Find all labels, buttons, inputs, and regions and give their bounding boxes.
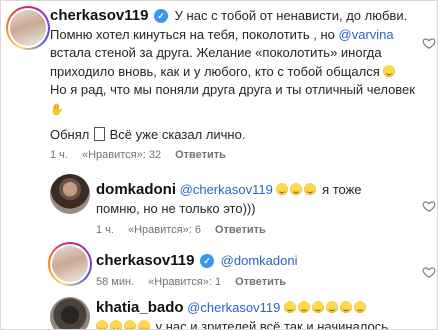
- grinning-face-emoji: [353, 301, 366, 313]
- avatar[interactable]: [6, 6, 50, 50]
- comment-text: Обнял: [50, 127, 90, 142]
- comment-body: khatia_bado @cherkasov119 у нас и зрител…: [96, 299, 426, 330]
- timestamp: 58 мин.: [96, 276, 135, 288]
- username[interactable]: cherkasov119: [96, 252, 194, 269]
- grinning-face-emoji: [325, 301, 338, 313]
- username[interactable]: domkadoni: [96, 181, 176, 198]
- comment-body: domkadoni @cherkasov119 я тоже помню, но…: [96, 181, 426, 218]
- timestamp: 1 ч.: [96, 224, 114, 236]
- grinning-face-emoji: [290, 183, 303, 195]
- grinning-face-emoji: [138, 319, 150, 329]
- timestamp: 1 ч.: [50, 149, 68, 161]
- comment-line: встала стеной за друга. Желание «поколот…: [50, 45, 382, 60]
- comment-line: приходило вновь, как и у любого, кто с т…: [50, 63, 380, 79]
- grinning-face-emoji: [96, 319, 108, 329]
- grinning-face-emoji: [110, 319, 122, 329]
- comment-body: cherkasov119 ✓ У нас с тобой от ненавист…: [50, 7, 437, 138]
- grinning-face-emoji: [311, 301, 324, 313]
- mention-link[interactable]: @cherkasov119: [180, 182, 273, 197]
- comment-line: Но я рад, что мы поняли друга друга и ты…: [50, 82, 415, 97]
- comment-line: Помню хотел кинуться на тебя, поколотить…: [50, 26, 339, 42]
- comment-meta: 58 мин. «Нравится»: 1 Ответить: [96, 276, 300, 288]
- comment-body: cherkasov119 ✓ @domkadoni: [96, 252, 426, 271]
- heart-outline-icon[interactable]: [422, 265, 436, 279]
- comment-thread: cherkasov119 ✓ У нас с тобой от ненавист…: [0, 0, 438, 330]
- heart-outline-icon[interactable]: [422, 199, 436, 213]
- likes-count[interactable]: «Нравится»: 32: [82, 149, 161, 161]
- comment-line: Обнял Всё уже сказал лично.: [50, 126, 245, 145]
- comment-line: помню, но не только это))): [96, 200, 256, 216]
- comment-meta: 1 ч. «Нравится»: 6 Ответить: [96, 224, 280, 236]
- likes-count[interactable]: «Нравится»: 6: [128, 224, 201, 236]
- mention-link[interactable]: @domkadoni: [221, 253, 298, 268]
- verified-badge-icon: ✓: [200, 254, 215, 268]
- waving-hand-emoji: ✋: [50, 103, 64, 116]
- grinning-face-emoji: [383, 64, 396, 77]
- comment-line: у нас и зрителей всё так и начиналось: [155, 318, 388, 330]
- comment-text: Всё уже сказал лично.: [109, 127, 246, 142]
- comment-line: У нас с тобой от ненависти, до любви.: [174, 8, 408, 23]
- reply-button[interactable]: Ответить: [235, 276, 286, 288]
- heart-outline-icon[interactable]: [422, 36, 436, 50]
- username[interactable]: khatia_bado: [96, 299, 184, 316]
- grinning-face-emoji: [124, 319, 136, 329]
- grinning-face-emoji: [339, 301, 352, 313]
- avatar[interactable]: [48, 242, 92, 286]
- grinning-face-emoji: [297, 301, 310, 313]
- username[interactable]: cherkasov119: [50, 7, 148, 24]
- reply-button[interactable]: Ответить: [215, 224, 266, 236]
- avatar[interactable]: [50, 174, 90, 214]
- grinning-face-emoji: [276, 183, 289, 195]
- mention-link[interactable]: @cherkasov119: [187, 300, 280, 315]
- avatar[interactable]: [50, 297, 90, 329]
- verified-badge-icon: ✓: [154, 9, 169, 23]
- comment-line: я тоже: [322, 182, 362, 197]
- missing-glyph-icon: [94, 127, 105, 141]
- grinning-face-emoji: [304, 183, 317, 195]
- likes-count[interactable]: «Нравится»: 1: [148, 276, 221, 288]
- comment-meta: 1 ч. «Нравится»: 32 Ответить: [50, 149, 240, 161]
- grinning-face-emoji: [283, 301, 296, 313]
- mention-link[interactable]: @varvina: [339, 27, 394, 42]
- reply-button[interactable]: Ответить: [175, 149, 226, 161]
